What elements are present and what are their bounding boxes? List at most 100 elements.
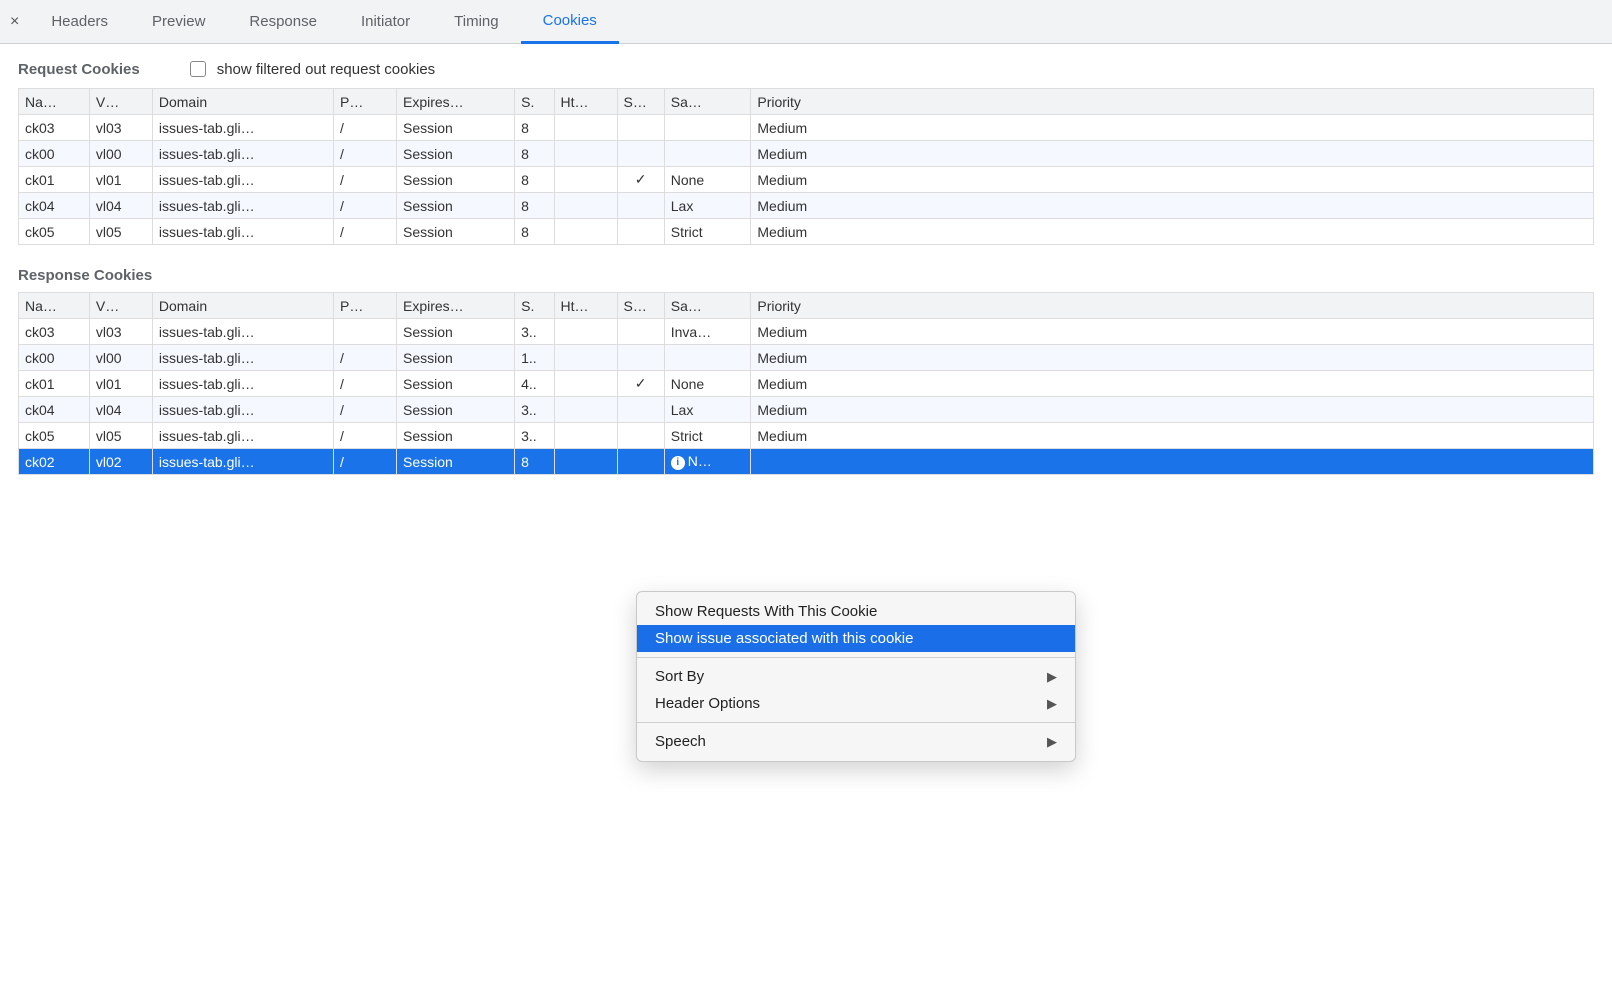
col-value[interactable]: V… xyxy=(89,293,152,319)
cell-domain: issues-tab.gli… xyxy=(152,115,333,141)
col-name[interactable]: Na… xyxy=(19,293,90,319)
cell-value: vl02 xyxy=(89,449,152,475)
tab-cookies[interactable]: Cookies xyxy=(521,1,619,44)
table-row[interactable]: ck01vl01issues-tab.gli…/Session4..✓NoneM… xyxy=(19,371,1594,397)
cell-domain: issues-tab.gli… xyxy=(152,397,333,423)
show-filtered-label: show filtered out request cookies xyxy=(217,61,435,78)
context-menu[interactable]: Show Requests With This Cookie Show issu… xyxy=(636,591,1076,762)
tab-headers[interactable]: Headers xyxy=(29,0,130,43)
cell-samesite: None xyxy=(664,371,751,397)
info-icon: i xyxy=(671,456,685,470)
col-secure[interactable]: S… xyxy=(617,293,664,319)
col-value[interactable]: V… xyxy=(89,89,152,115)
cell-secure xyxy=(617,193,664,219)
menu-separator xyxy=(637,657,1075,658)
cell-httponly xyxy=(554,167,617,193)
cell-size: 8 xyxy=(515,167,554,193)
cell-name: ck01 xyxy=(19,371,90,397)
cell-value: vl00 xyxy=(89,141,152,167)
cell-samesite: iN… xyxy=(664,449,751,475)
cell-samesite xyxy=(664,141,751,167)
tab-preview[interactable]: Preview xyxy=(130,0,227,43)
cell-size: 4.. xyxy=(515,371,554,397)
cell-path: / xyxy=(334,141,397,167)
response-cookies-table: Na… V… Domain P… Expires… S. Ht… S… Sa… … xyxy=(18,292,1594,475)
chevron-right-icon: ▶ xyxy=(1047,696,1057,712)
show-filtered-input[interactable] xyxy=(190,61,206,77)
table-row[interactable]: ck05vl05issues-tab.gli…/Session3..Strict… xyxy=(19,423,1594,449)
cell-name: ck01 xyxy=(19,167,90,193)
col-httponly[interactable]: Ht… xyxy=(554,89,617,115)
table-header-row: Na… V… Domain P… Expires… S. Ht… S… Sa… … xyxy=(19,293,1594,319)
cell-name: ck03 xyxy=(19,319,90,345)
col-name[interactable]: Na… xyxy=(19,89,90,115)
cell-priority: Medium xyxy=(751,371,1594,397)
col-priority[interactable]: Priority xyxy=(751,293,1594,319)
col-path[interactable]: P… xyxy=(334,293,397,319)
table-row[interactable]: ck02vl02issues-tab.gli…/Session8iN… xyxy=(19,449,1594,475)
cell-priority: Medium xyxy=(751,167,1594,193)
cell-domain: issues-tab.gli… xyxy=(152,423,333,449)
col-path[interactable]: P… xyxy=(334,89,397,115)
table-row[interactable]: ck04vl04issues-tab.gli…/Session3..LaxMed… xyxy=(19,397,1594,423)
cell-secure xyxy=(617,449,664,475)
cell-domain: issues-tab.gli… xyxy=(152,449,333,475)
cell-priority: Medium xyxy=(751,193,1594,219)
col-size[interactable]: S. xyxy=(515,89,554,115)
cell-path: / xyxy=(334,371,397,397)
cell-value: vl05 xyxy=(89,219,152,245)
table-row[interactable]: ck01vl01issues-tab.gli…/Session8✓NoneMed… xyxy=(19,167,1594,193)
cell-secure: ✓ xyxy=(617,167,664,193)
menu-header-options[interactable]: Header Options ▶ xyxy=(637,690,1075,717)
tab-initiator[interactable]: Initiator xyxy=(339,0,432,43)
cell-name: ck03 xyxy=(19,115,90,141)
col-samesite[interactable]: Sa… xyxy=(664,89,751,115)
cell-size: 8 xyxy=(515,141,554,167)
cell-samesite xyxy=(664,115,751,141)
menu-sort-by[interactable]: Sort By ▶ xyxy=(637,663,1075,690)
menu-show-requests[interactable]: Show Requests With This Cookie xyxy=(637,598,1075,625)
cell-size: 8 xyxy=(515,449,554,475)
menu-speech-label: Speech xyxy=(655,733,706,750)
request-cookies-title: Request Cookies xyxy=(18,61,140,78)
col-expires[interactable]: Expires… xyxy=(397,89,515,115)
table-row[interactable]: ck03vl03issues-tab.gli…/Session8Medium xyxy=(19,115,1594,141)
cell-size: 8 xyxy=(515,219,554,245)
col-priority[interactable]: Priority xyxy=(751,89,1594,115)
cell-value: vl00 xyxy=(89,345,152,371)
col-size[interactable]: S. xyxy=(515,293,554,319)
col-secure[interactable]: S… xyxy=(617,89,664,115)
cell-value: vl03 xyxy=(89,115,152,141)
cell-path: / xyxy=(334,193,397,219)
table-row[interactable]: ck03vl03issues-tab.gli…Session3..Inva…Me… xyxy=(19,319,1594,345)
cell-size: 8 xyxy=(515,115,554,141)
cell-secure xyxy=(617,219,664,245)
cell-path: / xyxy=(334,115,397,141)
cell-value: vl01 xyxy=(89,371,152,397)
col-expires[interactable]: Expires… xyxy=(397,293,515,319)
menu-speech[interactable]: Speech ▶ xyxy=(637,728,1075,755)
tab-timing[interactable]: Timing xyxy=(432,0,520,43)
table-row[interactable]: ck05vl05issues-tab.gli…/Session8StrictMe… xyxy=(19,219,1594,245)
menu-show-issue[interactable]: Show issue associated with this cookie xyxy=(637,625,1075,652)
tab-response[interactable]: Response xyxy=(227,0,339,43)
cell-priority: Medium xyxy=(751,423,1594,449)
cell-expires: Session xyxy=(397,397,515,423)
col-domain[interactable]: Domain xyxy=(152,89,333,115)
cell-secure xyxy=(617,345,664,371)
table-row[interactable]: ck00vl00issues-tab.gli…/Session1..Medium xyxy=(19,345,1594,371)
cell-path: / xyxy=(334,219,397,245)
cell-secure xyxy=(617,115,664,141)
col-httponly[interactable]: Ht… xyxy=(554,293,617,319)
show-filtered-checkbox[interactable]: show filtered out request cookies xyxy=(186,58,435,80)
close-icon[interactable]: × xyxy=(10,13,29,31)
cell-size: 3.. xyxy=(515,319,554,345)
cell-expires: Session xyxy=(397,319,515,345)
col-samesite[interactable]: Sa… xyxy=(664,293,751,319)
cell-secure xyxy=(617,141,664,167)
cell-name: ck04 xyxy=(19,193,90,219)
cell-priority: Medium xyxy=(751,345,1594,371)
col-domain[interactable]: Domain xyxy=(152,293,333,319)
table-row[interactable]: ck00vl00issues-tab.gli…/Session8Medium xyxy=(19,141,1594,167)
table-row[interactable]: ck04vl04issues-tab.gli…/Session8LaxMediu… xyxy=(19,193,1594,219)
